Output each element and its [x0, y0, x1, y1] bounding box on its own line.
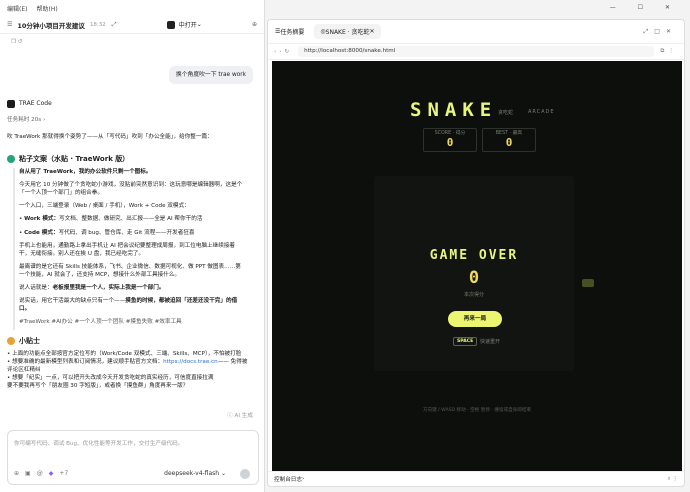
console-actions[interactable]: ⌕ ⋮ — [667, 476, 678, 483]
panel-actions[interactable]: ⤢□✕ — [644, 28, 678, 36]
bullet-work: • Work 模式：写文档、整数据、做研究、出汇报——全是 AI 帮你干的活 — [19, 216, 203, 223]
final-score-label: 本次得分 — [463, 292, 484, 298]
snake-game[interactable]: SNAKE 贪吃蛇 ARCADE SCORE · 得分 0 BEST · 最高 0 … — [272, 61, 682, 471]
final-score: 0 — [468, 268, 480, 288]
best-box: BEST · 最高 0 — [482, 128, 536, 152]
chevron-right-icon: › — [301, 476, 305, 482]
url-actions[interactable]: ⧉⋮ — [660, 48, 678, 55]
attach-icon[interactable]: ⊕ — [14, 470, 19, 477]
browser-tabs: ☰ 任务摘要 ◎ SNAKE · 贪吃蛇 ✕ ⤢□✕ — [268, 20, 684, 44]
app-badge-icon — [166, 20, 175, 29]
docs-link[interactable]: https://docs.trae.cn — [163, 359, 218, 365]
tab-task-summary[interactable]: ☰ 任务摘要 — [275, 27, 304, 36]
send-button[interactable] — [240, 469, 250, 479]
task-duration[interactable]: 任务耗时 20s › — [7, 116, 45, 124]
score-box: SCORE · 得分 0 — [423, 128, 477, 152]
ai-generated-note: ⓘ AI 生成 — [227, 413, 253, 419]
trae-logo-icon — [7, 100, 15, 109]
open-mode[interactable]: 中打开 ⌄ — [166, 20, 202, 29]
best-label: BEST · 最高 — [495, 131, 523, 136]
reply-intro: 吹 TraeWork 那就得换个姿势了——从「写代码」吹到「办公全能」，给你整一… — [7, 134, 213, 140]
post-quote: 自从用了 TraeWork，我的办公软件只剩一个图标。 今天用它 10 分钟做了… — [13, 168, 245, 330]
nav-buttons[interactable]: ‹›↻ — [274, 49, 292, 55]
browser-panel: ☰ 任务摘要 ◎ SNAKE · 贪吃蛇 ✕ ⤢□✕ ‹›↻ http://lo… — [267, 19, 685, 487]
quote-line-5: 最离谱的是它还有 Skills 技能体系，飞书、企业微信、数据可视化、做 PPT… — [19, 263, 241, 278]
chat-panel: 编辑(E) 帮助(H) ☰ 10分钟小项目开发建议 18:32 ⤢ 中打开 ⌄ … — [0, 0, 265, 492]
skills-icon[interactable]: ◆ — [49, 470, 54, 477]
info-icon: ⓘ — [227, 413, 235, 419]
input-placeholder: 你可编写代码、调试 Bug、优化性能等开发工作，交付生产级代码。 — [14, 441, 184, 447]
console-bar[interactable]: 控制台日志 › ⌕ ⋮ — [268, 471, 684, 486]
mention-icon[interactable]: @ — [37, 470, 43, 477]
model-name: deepseek-v4-flash — [164, 470, 220, 477]
input-toolbar: ⊕ ▣ @ ◆ +7 — [14, 470, 68, 477]
space-hint: 快速重开 — [480, 339, 501, 345]
leaf-icon — [7, 155, 15, 164]
tab-label: SNAKE · 贪吃蛇 — [325, 29, 370, 36]
console-label: 控制台日志 — [274, 477, 302, 483]
game-board[interactable]: GAME OVER 0 本次得分 再来一局 SPACE 快速重开 — [374, 176, 574, 371]
agent-name: TRAE Code — [19, 100, 52, 107]
new-chat-icon[interactable]: ⊕ — [252, 21, 257, 28]
quote-line-1: 自从用了 TraeWork，我的办公软件只剩一个图标。 — [19, 169, 152, 175]
chat-header: ☰ 10分钟小项目开发建议 18:32 ⤢ 中打开 ⌄ ⊕ — [0, 16, 264, 34]
best-value: 0 — [505, 136, 513, 149]
chat-title: 10分钟小项目开发建议 — [17, 21, 85, 30]
section-heading-1: 粘子文案（水贴 · TraeWork 版） — [7, 154, 253, 164]
open-mode-label: 中打开 — [178, 22, 197, 29]
section-heading-2: 小贴士 — [7, 336, 253, 346]
tip-1: • 上面的功能点全部按官方定位写的（Work/Code 双模式、三端、Skill… — [7, 351, 242, 357]
quote-line-6: 说人话就是：老板报里我是一个人，实际上我是一个部门。 — [19, 285, 165, 292]
tip-3: • 想要「纪实」一点，可以把开头改成今天开发贪吃蛇的真实经历，可信度直接拉满 — [7, 375, 214, 382]
hashtags: #TraeWork #AI办公 #一个人顶一个团队 #摸鱼失败 #效率工具 — [19, 319, 182, 326]
play-again-button[interactable]: 再来一局 — [448, 311, 502, 327]
quote-line-2: 今天用它 10 分钟做了个贪吃蛇小游戏，没贴前突然意识到：这玩意哪是编辑器啊，这… — [19, 182, 243, 197]
quote-line-3: 一个入口，三端登录（Web / 桌面 / 手机），Work + Code 双模式… — [19, 203, 190, 210]
address-bar: ‹›↻ http://localhost:8000/snake.html ⧉⋮ — [268, 44, 684, 60]
space-key: SPACE — [453, 337, 478, 346]
model-selector[interactable]: deepseek-v4-flash ⌄ — [164, 470, 226, 477]
bulb-icon — [7, 337, 15, 346]
window-controls[interactable]: — ☐ ✕ — [610, 4, 680, 11]
image-icon[interactable]: ▣ — [25, 470, 31, 477]
menu-edit[interactable]: 编辑(E) — [7, 4, 27, 13]
chat-messages[interactable]: ❐ ↺ 换个角度吹一下 trae work TRAE Code 任务耗时 20s… — [7, 36, 257, 426]
close-tab-icon[interactable]: ✕ — [370, 28, 375, 35]
game-title: SNAKE — [410, 99, 498, 121]
game-over-title: GAME OVER — [429, 248, 519, 263]
score-label: SCORE · 得分 — [434, 131, 466, 136]
tab-snake[interactable]: ◎ SNAKE · 贪吃蛇 ✕ — [314, 24, 381, 39]
menu-bar: 编辑(E) 帮助(H) — [0, 0, 264, 16]
menu-help[interactable]: 帮助(H) — [36, 4, 57, 13]
chat-input[interactable]: 你可编写代码、调试 Bug、优化性能等开发工作，交付生产级代码。 ⊕ ▣ @ ◆… — [7, 430, 259, 485]
tab-label: 任务摘要 — [280, 29, 305, 36]
game-arcade: ARCADE — [528, 109, 555, 115]
more-tools-count[interactable]: +7 — [59, 470, 68, 477]
chevron-down-icon: ⌄ — [196, 21, 202, 28]
tip-2: • 想要准确的最新模型列表和订阅情况，建议顺手贴官方文档：https://doc… — [7, 359, 248, 374]
expand-icon[interactable]: ⤢ — [112, 21, 117, 29]
game-subtitle: 贪吃蛇 — [498, 110, 514, 116]
quote-line-4: 手机上也能用，通勤路上拿出手机让 AI 把会议纪要整理成周报，到工位电脑上继续接… — [19, 242, 236, 257]
controls-footer: 方向键 / WASD 移动 · 空格 暂停 · 撞墙或自身即结束 — [422, 408, 532, 413]
sidebar-toggle-icon[interactable]: ☰ — [7, 21, 12, 28]
quote-line-7: 说实话，用它干活最大的缺点只有一个——摸鱼的时候，都被迫回「还差还没干完」的借口… — [19, 298, 238, 313]
reply-closing: 要不要我再写个「朋友圈 30 字短版」，或者换「摸鱼群」角度再来一版？ — [7, 383, 189, 390]
score-value: 0 — [446, 136, 454, 149]
agent-header: TRAE Code — [7, 100, 52, 109]
reply: TRAE Code 任务耗时 20s › 吹 TraeWork 那就得换个姿势了… — [7, 36, 257, 426]
url-input[interactable]: http://localhost:8000/snake.html — [298, 46, 655, 57]
chat-time: 18:32 — [89, 21, 106, 28]
tips-list: • 上面的功能点全部按官方定位写的（Work/Code 双模式、三端、Skill… — [7, 350, 253, 391]
bullet-code: • Code 模式：写代码、调 bug、管仓库、走 Git 流程——开发者狂喜 — [19, 229, 195, 236]
food-glow — [582, 279, 594, 287]
